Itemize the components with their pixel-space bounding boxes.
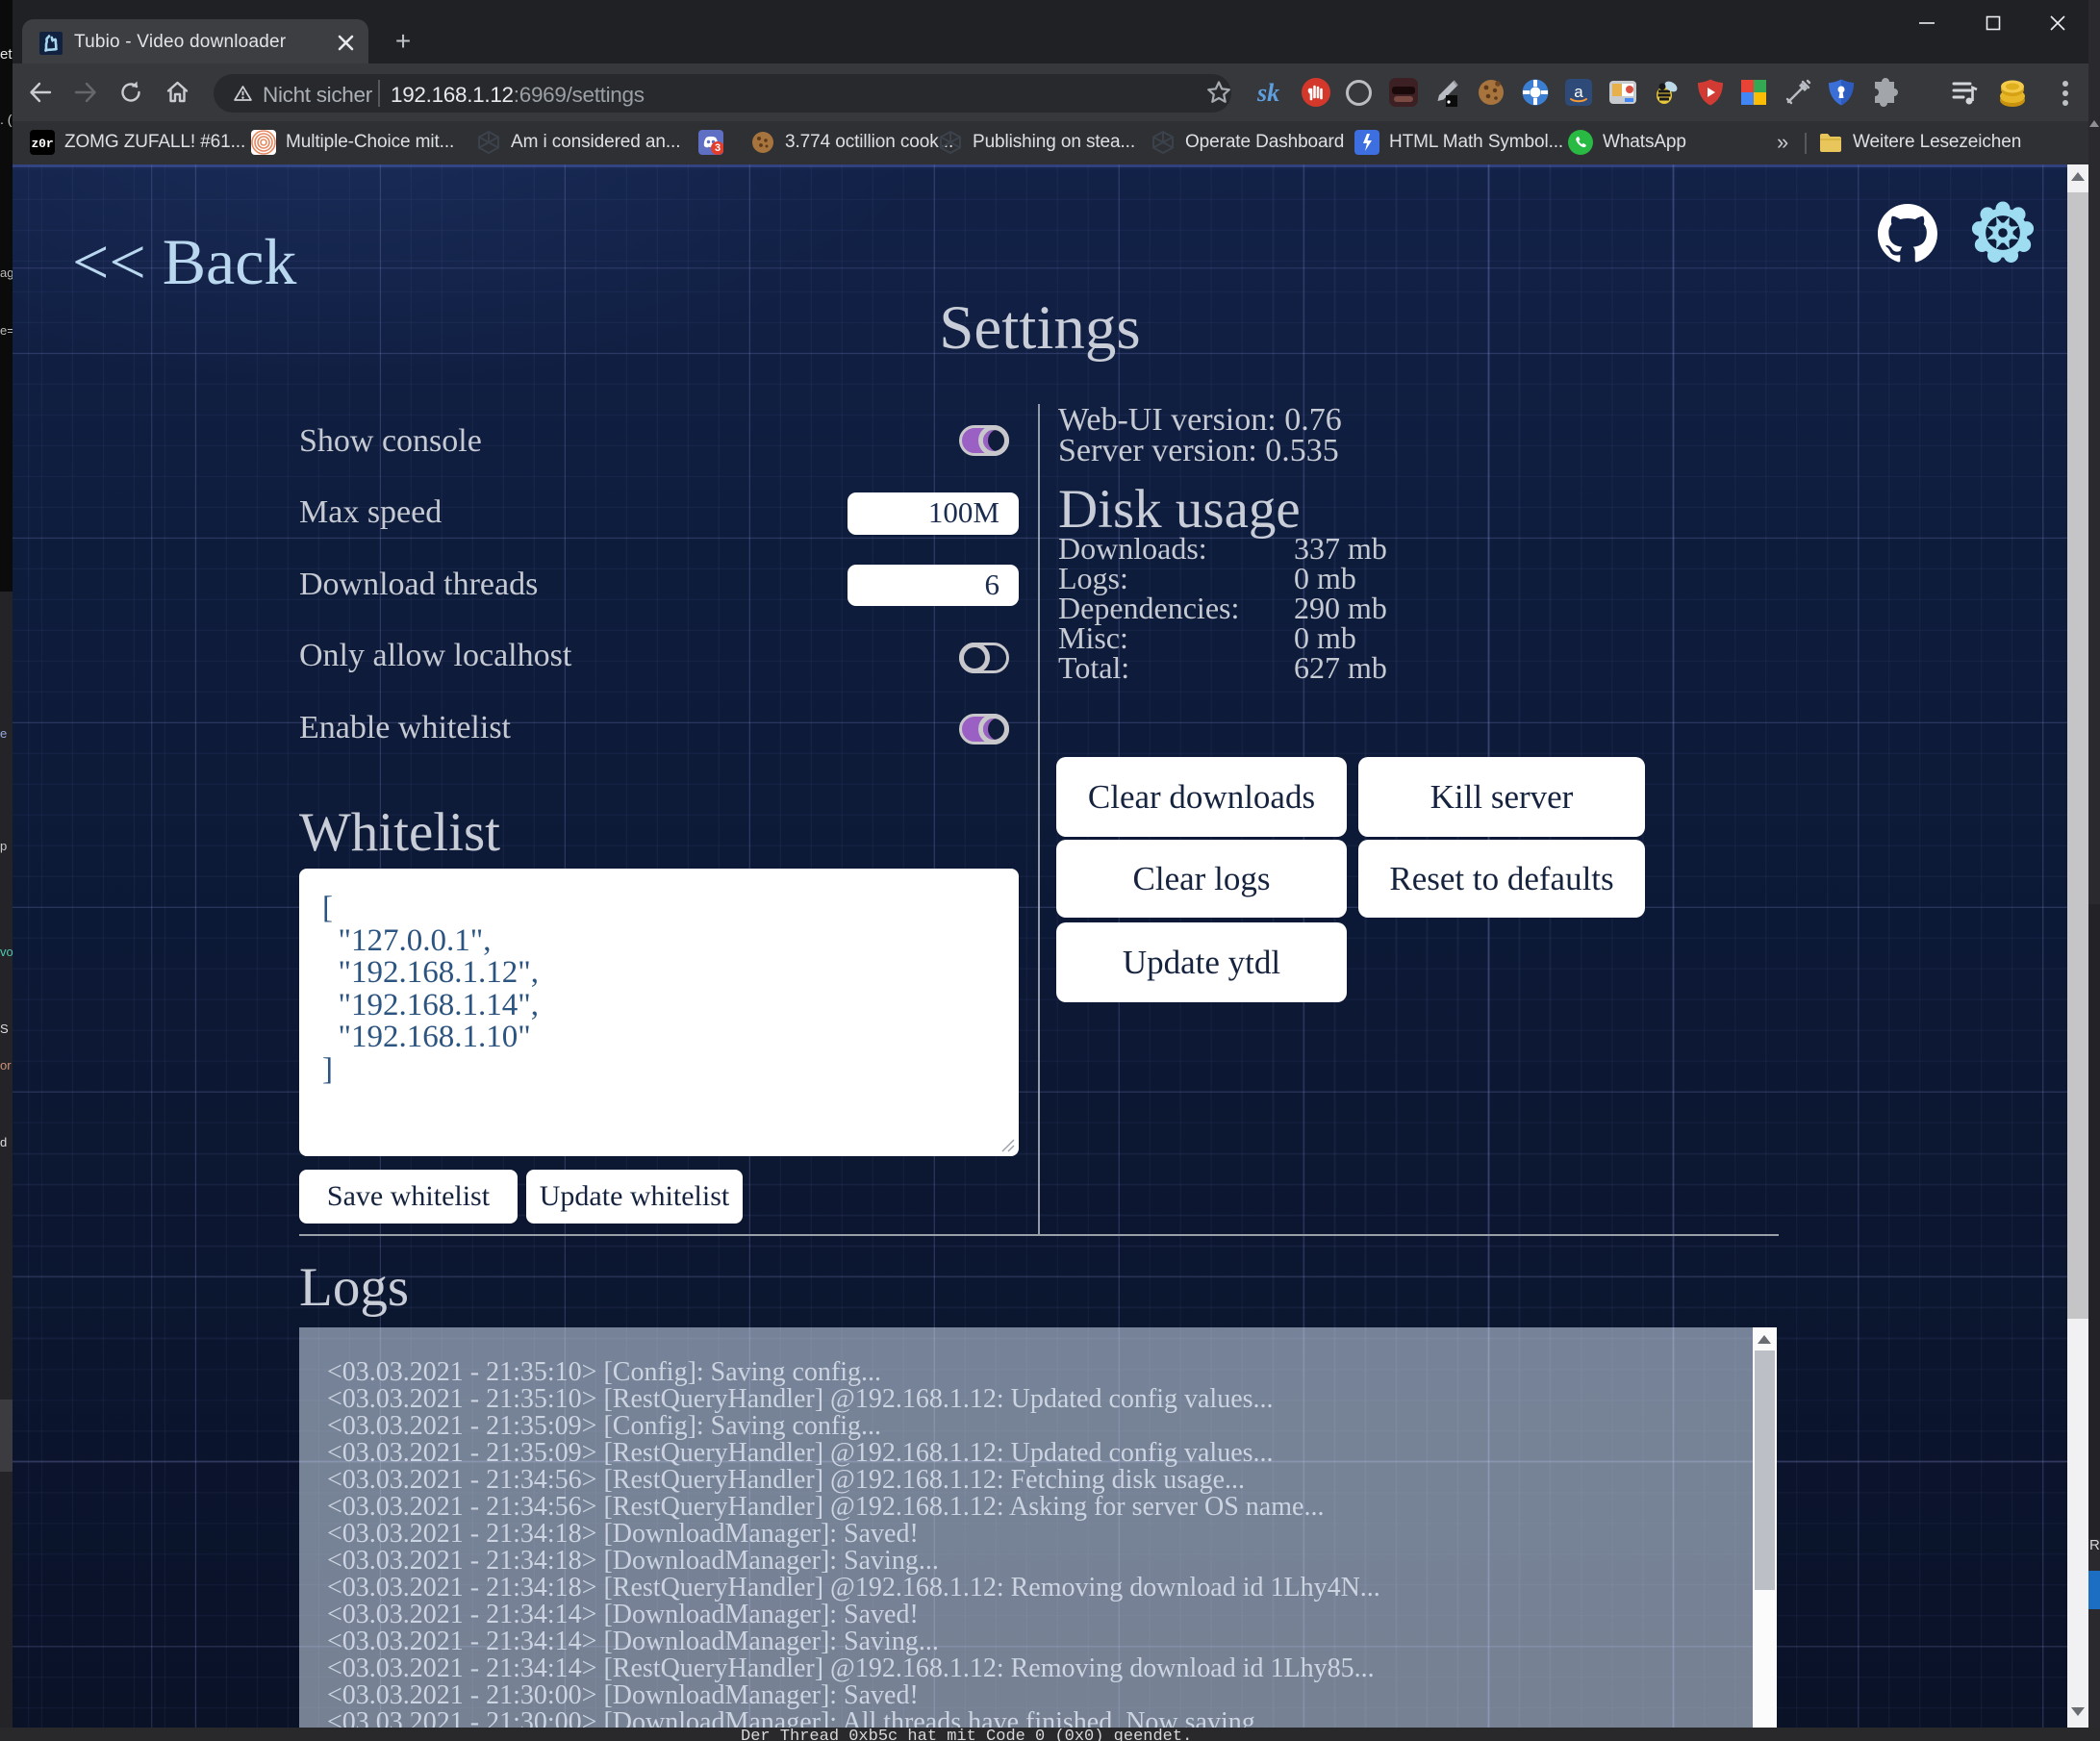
svg-text:a: a — [1574, 83, 1583, 101]
svg-text:z0r: z0r — [31, 137, 53, 151]
